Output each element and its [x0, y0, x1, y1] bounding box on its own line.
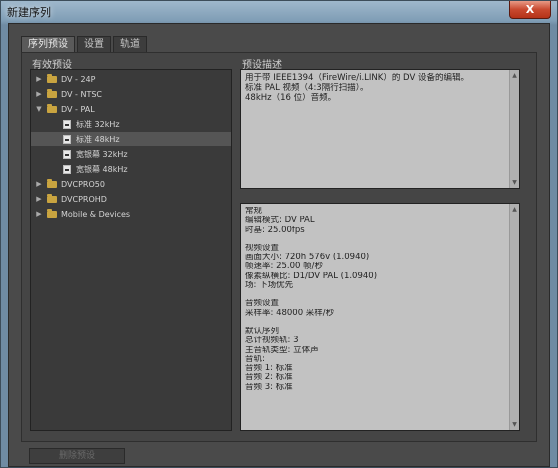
- detail-line: [245, 290, 515, 299]
- tree-item-label: 宽银幕 32kHz: [76, 149, 128, 159]
- tree-item-label: Mobile & Devices: [61, 209, 131, 219]
- detail-line: 画面大小: 720h 576v (1.0940): [245, 253, 370, 263]
- tree-item-label: DVCPRO50: [61, 179, 105, 189]
- expand-arrow-icon[interactable]: ▶: [35, 90, 43, 98]
- tree-preset-standard-48khz[interactable]: 标准 48kHz: [31, 132, 231, 146]
- detail-line: [245, 318, 515, 327]
- close-button[interactable]: X: [509, 1, 551, 19]
- tree-preset-standard-32khz[interactable]: 标准 32kHz: [31, 117, 231, 131]
- detail-line: 采样率: 48000 采样/秒: [245, 308, 335, 318]
- tab-tracks[interactable]: 轨道: [113, 36, 147, 52]
- description-line: 标准 PAL 视频（4:3隔行扫描）。: [245, 83, 369, 93]
- tree-folder-dv-24p[interactable]: ▶ DV - 24P: [31, 72, 231, 86]
- title-bar: 新建序列 X: [1, 1, 557, 23]
- description-line: 48kHz（16 位）音频。: [245, 93, 337, 103]
- delete-preset-button[interactable]: 删除预设: [29, 448, 125, 464]
- tab-panel: 有效预设 预设描述 ▶ DV - 24P ▶ DV - NTSC ▼ DV - …: [21, 52, 537, 442]
- tree-item-label: 标准 48kHz: [76, 134, 120, 144]
- scroll-down-icon[interactable]: ▼: [510, 420, 519, 429]
- detail-line: 编辑模式: DV PAL: [245, 216, 315, 226]
- detail-line: 总计视频轨: 3: [245, 336, 299, 346]
- detail-line: 视频设置: [245, 243, 280, 253]
- tree-item-label: DV - NTSC: [61, 89, 102, 99]
- collapse-arrow-icon[interactable]: ▼: [35, 105, 43, 113]
- tree-folder-dv-pal[interactable]: ▼ DV - PAL: [31, 102, 231, 116]
- description-line: 用于带 IEEE1394（FireWire/i.LINK）的 DV 设备的编辑。: [245, 73, 469, 83]
- tree-item-label: DVCPROHD: [61, 194, 107, 204]
- folder-icon: [47, 178, 57, 188]
- tree-folder-mobile-devices[interactable]: ▶ Mobile & Devices: [31, 207, 231, 221]
- tree-preset-widescreen-48khz[interactable]: 宽银幕 48kHz: [31, 162, 231, 176]
- preset-file-icon: [63, 149, 71, 159]
- detail-line: 场: 下场优先: [245, 281, 294, 291]
- detail-line: 音频 2: 标准: [245, 373, 293, 383]
- detail-line: 常规: [245, 207, 263, 216]
- preset-file-icon: [63, 119, 71, 129]
- detail-line: 时基: 25.00fps: [245, 225, 305, 235]
- folder-icon: [47, 88, 57, 98]
- detail-line: 默认序列: [245, 326, 280, 336]
- tree-item-label: 标准 32kHz: [76, 119, 120, 129]
- tree-item-label: DV - PAL: [61, 104, 95, 114]
- tree-item-label: 宽银幕 48kHz: [76, 164, 128, 174]
- tab-sequence-presets[interactable]: 序列预设: [21, 36, 75, 52]
- expand-arrow-icon[interactable]: ▶: [35, 195, 43, 203]
- tab-settings[interactable]: 设置: [77, 36, 111, 52]
- preset-description-box: 用于带 IEEE1394（FireWire/i.LINK）的 DV 设备的编辑。…: [240, 69, 520, 189]
- details-scrollbar[interactable]: ▲ ▼: [509, 204, 519, 430]
- folder-icon: [47, 103, 57, 113]
- tree-preset-widescreen-32khz[interactable]: 宽银幕 32kHz: [31, 147, 231, 161]
- scroll-up-icon[interactable]: ▲: [510, 71, 519, 80]
- tree-folder-dvcprohd[interactable]: ▶ DVCPROHD: [31, 192, 231, 206]
- expand-arrow-icon[interactable]: ▶: [35, 75, 43, 83]
- window-title: 新建序列: [7, 6, 51, 19]
- scroll-down-icon[interactable]: ▼: [510, 178, 519, 187]
- detail-line: 音频设置: [245, 299, 280, 309]
- expand-arrow-icon[interactable]: ▶: [35, 210, 43, 218]
- detail-line: 音频 3: 标准: [245, 382, 293, 392]
- tree-item-label: DV - 24P: [61, 74, 96, 84]
- detail-line: 音轨:: [245, 354, 265, 364]
- preset-tree[interactable]: ▶ DV - 24P ▶ DV - NTSC ▼ DV - PAL 标准 32k…: [30, 69, 232, 431]
- new-sequence-dialog: 新建序列 X 序列预设 设置 轨道 有效预设 预设描述 ▶ DV - 24P ▶…: [0, 0, 558, 468]
- preset-file-icon: [63, 134, 71, 144]
- detail-line: 帧速率: 25.00 帧/秒: [245, 262, 323, 272]
- preset-file-icon: [63, 164, 71, 174]
- expand-arrow-icon[interactable]: ▶: [35, 180, 43, 188]
- description-scrollbar[interactable]: ▲ ▼: [509, 70, 519, 188]
- scroll-up-icon[interactable]: ▲: [510, 205, 519, 214]
- folder-icon: [47, 73, 57, 83]
- tree-folder-dv-ntsc[interactable]: ▶ DV - NTSC: [31, 87, 231, 101]
- detail-line: 主音轨类型: 立体声: [245, 345, 319, 355]
- detail-line: [245, 235, 515, 244]
- tab-bar: 序列预设 设置 轨道: [21, 36, 149, 52]
- tree-folder-dvcpro50[interactable]: ▶ DVCPRO50: [31, 177, 231, 191]
- detail-line: 像素纵横比: D1/DV PAL (1.0940): [245, 271, 378, 281]
- dialog-body: 序列预设 设置 轨道 有效预设 预设描述 ▶ DV - 24P ▶ DV - N…: [8, 23, 550, 467]
- folder-icon: [47, 208, 57, 218]
- detail-line: 音频 1: 标准: [245, 364, 293, 374]
- preset-details-box: 常规 编辑模式: DV PAL 时基: 25.00fps 视频设置 画面大小: …: [240, 203, 520, 431]
- folder-icon: [47, 193, 57, 203]
